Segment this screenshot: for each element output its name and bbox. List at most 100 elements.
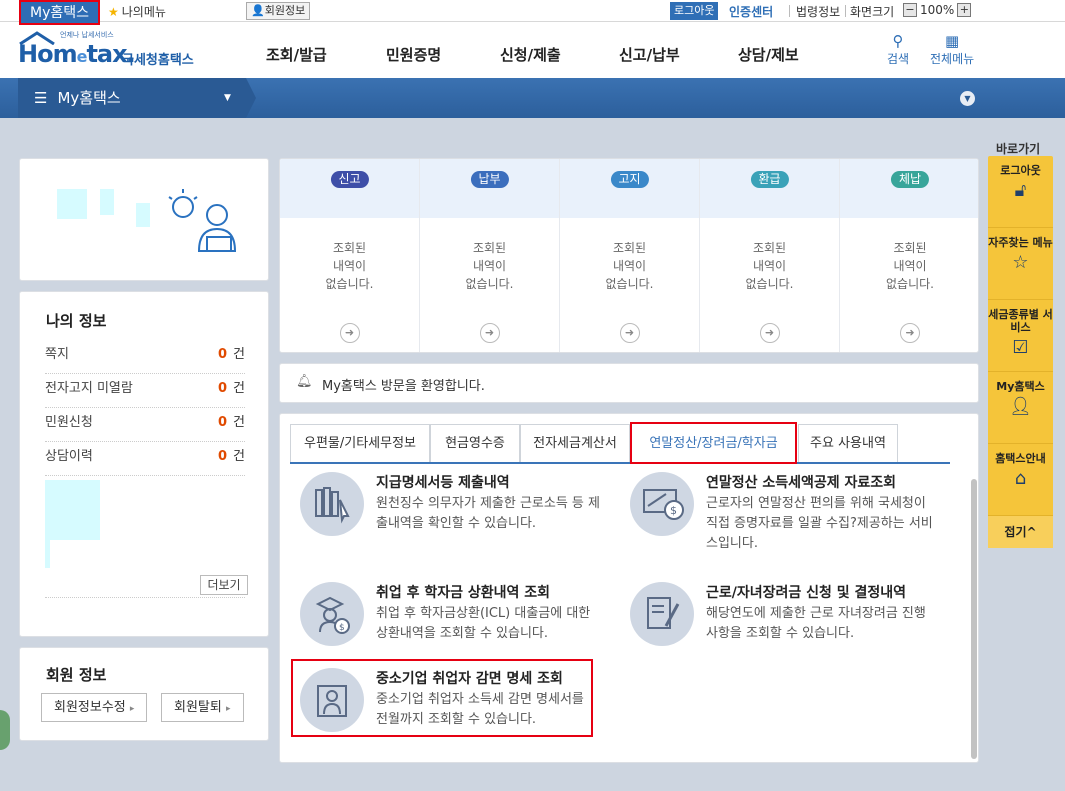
service-student-loan[interactable]: $ 취업 후 학자금 상환내역 조회 취업 후 학자금상환(ICL) 대출금에 … — [300, 582, 620, 662]
main-header: 언제나 납세서비스 Hometax. 국세청홈택스 조회/발급 민원증명 신청/… — [0, 22, 1065, 78]
nav-certificate[interactable]: 민원증명 — [386, 44, 441, 65]
collapse-button[interactable]: 접기^ — [988, 516, 1053, 548]
guide-icon: ⌂ — [1014, 468, 1027, 489]
worker-icon — [300, 668, 364, 732]
info-row-label: 상담이력 — [45, 449, 93, 464]
tab-usage[interactable]: 주요 사용내역 — [798, 424, 898, 462]
quick-tax-type[interactable]: 세금종류별 서비스 ☑ — [988, 300, 1053, 372]
member-info-title: 회원 정보 — [46, 666, 107, 684]
nav-consult[interactable]: 상담/제보 — [738, 44, 799, 65]
service-deduction-data[interactable]: $ 연말정산 소득세액공제 자료조회 근로자의 연말정산 편의를 위해 국세청이… — [630, 472, 950, 552]
masked-name-block — [100, 189, 114, 215]
member-info-label: 회원정보 — [264, 4, 306, 17]
mybar-title: My홈택스 — [57, 89, 121, 107]
status-badge: 고지 — [610, 171, 649, 188]
monitor-coin-icon: $ — [630, 472, 694, 536]
chevron-right-icon: ▸ — [225, 704, 231, 714]
service-sme-reduction[interactable]: 중소기업 취업자 감면 명세 조회 중소기업 취업자 소득세 감면 명세서를 전… — [300, 668, 590, 748]
service-tabs-panel: 우편물/기타세무정보 현금영수증 전자세금계산서 연말정산/장려금/학자금 주요… — [279, 413, 979, 763]
nav-inquiry[interactable]: 조회/발급 — [266, 44, 327, 65]
scrollbar[interactable] — [971, 479, 977, 759]
edit-member-button[interactable]: 회원정보수정 ▸ — [41, 693, 148, 722]
logo-wordmark-a: Hom — [18, 40, 78, 68]
info-row-count: 0건 — [218, 374, 245, 404]
empty-line: 없습니다. — [465, 277, 514, 291]
arrow-right-icon[interactable]: ➜ — [479, 323, 500, 343]
service-payment-statement[interactable]: 지급명세서등 제출내역 원천징수 의무자가 제출한 근로소득 등 제출내역을 확… — [300, 472, 620, 552]
arrow-right-icon[interactable]: ➜ — [619, 323, 640, 343]
empty-line: 조회된 — [332, 241, 367, 255]
member-info-button[interactable]: 👤회원정보 — [246, 2, 311, 20]
more-button[interactable]: 더보기 — [200, 575, 248, 595]
status-badge: 신고 — [330, 171, 369, 188]
empty-line: 없습니다. — [745, 277, 794, 291]
info-row-count: 0건 — [218, 408, 245, 438]
tab-cash-receipt[interactable]: 현금영수증 — [430, 424, 520, 462]
my-menu-label: 나의메뉴 — [121, 5, 166, 19]
quick-my-hometax[interactable]: My홈택스 👤︎ — [988, 372, 1053, 444]
service-desc: 근로자의 연말정산 편의를 위해 국세청이 직접 증명자료를 일괄 수집?제공하… — [706, 496, 933, 551]
welcome-bar: 🔔︎ My홈택스 방문을 환영합니다. — [279, 363, 979, 403]
tab-year-end[interactable]: 연말정산/장려금/학자금 — [630, 422, 797, 464]
nav-report-pay[interactable]: 신고/납부 — [619, 44, 680, 65]
my-hometax-dropdown[interactable]: ☰ My홈택스 ▼ — [18, 78, 256, 118]
caret-down-icon: ▼ — [224, 93, 231, 103]
screen-size-label: 화면크기 — [850, 5, 895, 19]
all-menu-label: 전체메뉴 — [930, 52, 975, 66]
count-unit: 건 — [233, 449, 245, 464]
hamburger-icon: ☰ — [34, 89, 48, 107]
masked-block — [45, 480, 100, 540]
tab-bar: 우편물/기타세무정보 현금영수증 전자세금계산서 연말정산/장려금/학자금 주요… — [290, 422, 950, 464]
collapse-label: 접기 — [1004, 525, 1027, 539]
logo-korean: 국세청홈택스 — [122, 53, 194, 68]
tab-mail[interactable]: 우편물/기타세무정보 — [290, 424, 430, 462]
empty-line: 조회된 — [752, 241, 787, 255]
service-title: 근로/자녀장려금 신청 및 결정내역 — [706, 585, 907, 601]
info-row-petition[interactable]: 민원신청 0 건 — [45, 408, 245, 442]
service-desc: 원천징수 의무자가 제출한 근로소득 등 제출내역을 확인할 수 있습니다. — [376, 496, 600, 531]
withdraw-button[interactable]: 회원탈퇴 ▸ — [161, 693, 244, 722]
info-row-count: 0건 — [218, 340, 245, 370]
info-row-label: 민원신청 — [45, 415, 93, 430]
my-menu-link[interactable]: ★ 나의메뉴 — [108, 3, 166, 20]
zoom-out-button[interactable]: − — [903, 3, 917, 17]
quick-favorites[interactable]: 자주찾는 메뉴 ☆ — [988, 228, 1053, 300]
chevron-right-icon: ▸ — [129, 704, 135, 714]
service-title: 연말정산 소득세액공제 자료조회 — [706, 475, 897, 491]
search-button[interactable]: ⚲ 검색 — [887, 32, 909, 67]
info-row-consult[interactable]: 상담이력 0 건 — [45, 442, 245, 476]
quick-logout[interactable]: 로그아웃 🔓︎ — [988, 156, 1053, 228]
nav-application[interactable]: 신청/제출 — [500, 44, 561, 65]
cert-center-link[interactable]: 인증센터 — [729, 3, 773, 20]
status-badge: 납부 — [470, 171, 509, 188]
arrow-right-icon[interactable]: ➜ — [339, 323, 360, 343]
empty-line: 없습니다. — [886, 277, 934, 291]
quick-label: My홈택스 — [996, 380, 1045, 393]
arrow-right-icon[interactable]: ➜ — [900, 323, 920, 343]
expand-icon[interactable]: ▼ — [960, 91, 975, 106]
status-badge: 체납 — [890, 171, 930, 188]
tax-col-header: 고지 — [560, 159, 699, 218]
hometax-logo[interactable]: 언제나 납세서비스 Hometax. 국세청홈택스 — [18, 30, 203, 72]
bell-icon: 🔔︎ — [296, 374, 313, 389]
empty-message: 조회된 내역이 없습니다. — [560, 239, 699, 293]
quick-label: 세금종류별 서비스 — [988, 308, 1053, 334]
law-info-link[interactable]: 법령정보 — [796, 3, 840, 20]
logo-wordmark-e: e — [76, 47, 88, 66]
empty-line: 없습니다. — [325, 277, 374, 291]
user-icon: 👤︎ — [1009, 396, 1032, 417]
quick-guide[interactable]: 홈택스안내 ⌂ — [988, 444, 1053, 516]
all-menu-button[interactable]: ▦ 전체메뉴 — [930, 32, 974, 67]
service-incentive[interactable]: 근로/자녀장려금 신청 및 결정내역 해당연도에 제출한 근로 자녀장려금 진행… — [630, 582, 950, 662]
logout-button[interactable]: 로그아웃 — [670, 2, 719, 20]
zoom-in-button[interactable]: + — [957, 3, 972, 17]
document-pen-icon — [630, 582, 694, 646]
arrow-right-icon[interactable]: ➜ — [759, 323, 780, 343]
my-hometax-tab[interactable]: My홈택스 — [19, 0, 100, 25]
tab-e-invoice[interactable]: 전자세금계산서 — [520, 424, 630, 462]
info-row-e-notice[interactable]: 전자고지 미열람 0 건 — [45, 374, 245, 408]
service-title: 중소기업 취업자 감면 명세 조회 — [376, 671, 563, 687]
info-row-notes[interactable]: 쪽지 0 건 — [45, 340, 245, 374]
edit-member-label: 회원정보수정 — [54, 700, 126, 715]
info-row-count: 0건 — [218, 442, 245, 472]
